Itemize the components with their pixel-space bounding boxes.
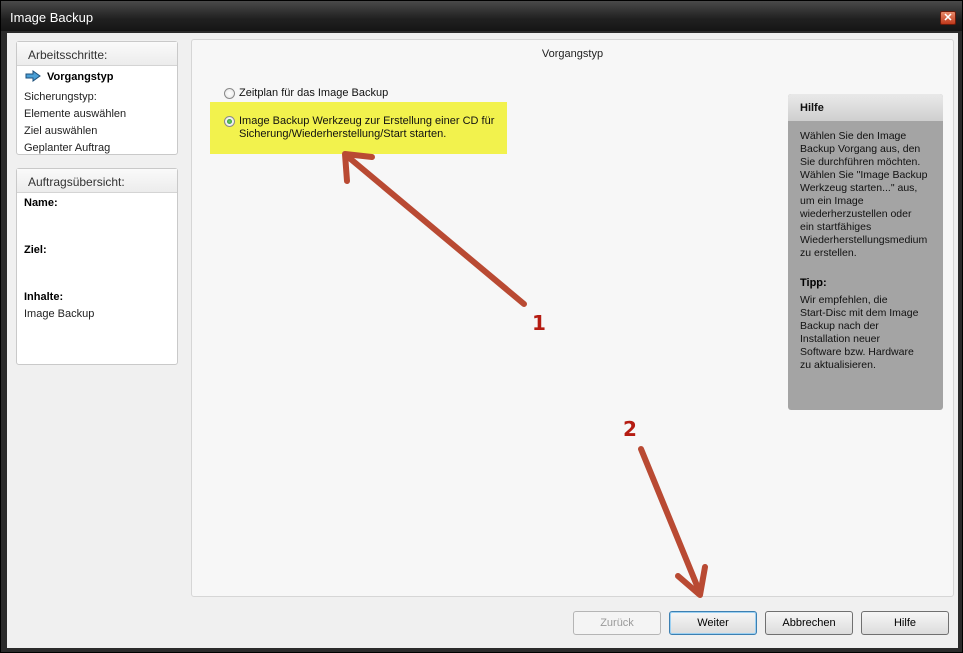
- annotation-overlay: [342, 151, 708, 598]
- annotation-label-2: 2: [623, 417, 637, 441]
- annotation-arrow-2: [638, 446, 708, 598]
- annotation-label-1: 1: [532, 311, 546, 335]
- image-backup-window: Image Backup ✕ Arbeitsschritte: Vorgangs…: [0, 0, 963, 653]
- annotation-arrow-1: [342, 151, 527, 307]
